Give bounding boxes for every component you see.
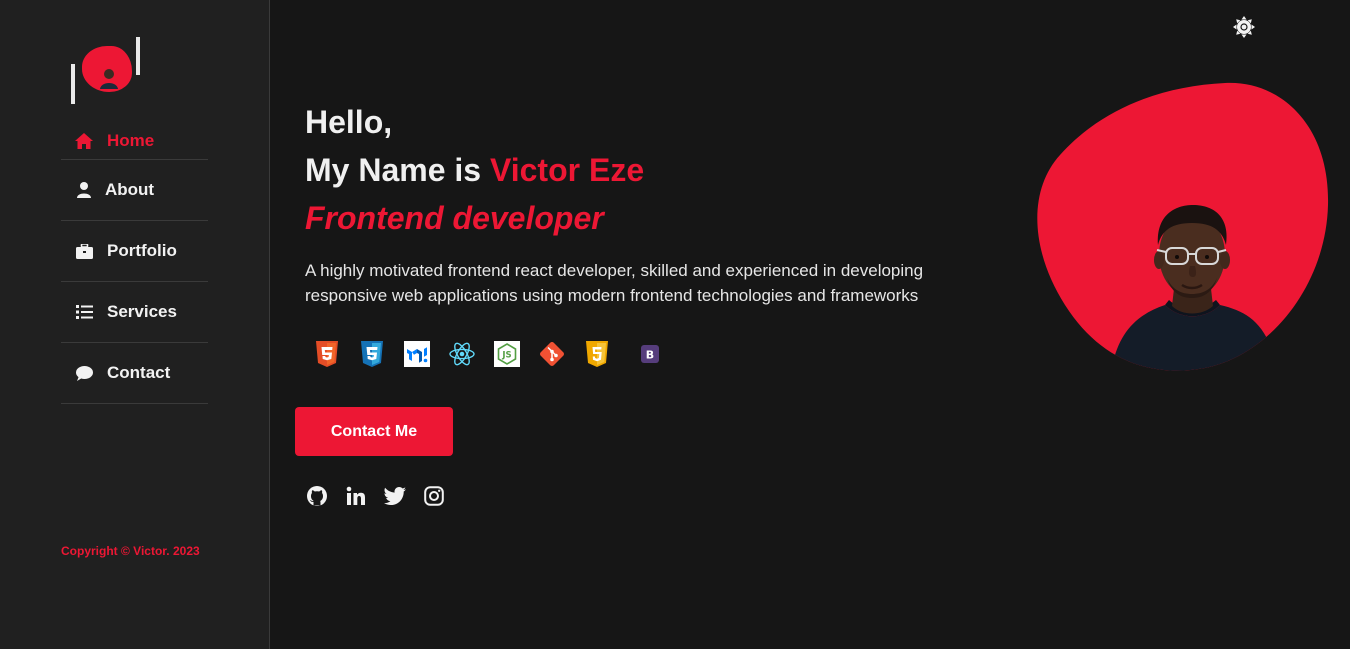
github-icon[interactable] <box>305 484 329 508</box>
profile-photo <box>1037 82 1329 371</box>
sidebar-item-portfolio[interactable]: Portfolio <box>61 221 208 282</box>
sidebar: Home About Portfolio Services Contact Co… <box>0 0 270 649</box>
linkedin-icon[interactable] <box>344 484 368 508</box>
logo-bar-right <box>136 37 140 75</box>
portfolio-page: Home About Portfolio Services Contact Co… <box>0 0 1350 649</box>
sidebar-item-home[interactable]: Home <box>61 122 208 160</box>
sidebar-item-label: Home <box>107 130 155 150</box>
user-icon <box>75 181 93 199</box>
html5-icon <box>313 340 341 368</box>
instagram-icon[interactable] <box>422 484 446 508</box>
twitter-icon[interactable] <box>383 484 407 508</box>
sidebar-item-services[interactable]: Services <box>61 282 208 343</box>
sidebar-item-label: Portfolio <box>107 241 177 260</box>
sidebar-item-label: Services <box>107 302 177 321</box>
greeting: Hello, <box>305 104 393 140</box>
role-title: Frontend developer <box>305 200 604 236</box>
name-prefix: My Name is <box>305 152 482 188</box>
social-links <box>305 484 461 508</box>
css3-icon <box>358 340 386 368</box>
svg-text:JS: JS <box>501 351 511 361</box>
react-icon <box>448 340 476 368</box>
home-icon <box>75 132 93 150</box>
logo-avatar <box>82 46 132 92</box>
sidebar-item-contact[interactable]: Contact <box>61 343 208 404</box>
sun-icon <box>1233 16 1255 38</box>
chat-icon <box>75 364 93 382</box>
sidebar-item-label: About <box>105 180 155 199</box>
sidebar-nav: Home About Portfolio Services Contact <box>61 122 208 404</box>
svg-text:B: B <box>646 349 654 362</box>
logo[interactable] <box>70 36 145 106</box>
git-icon <box>538 340 566 368</box>
mui-icon <box>403 340 431 368</box>
hero-description: A highly motivated frontend react develo… <box>305 261 924 305</box>
name-highlight: Victor Eze <box>489 152 645 188</box>
briefcase-icon <box>75 242 93 260</box>
contact-me-button[interactable]: Contact Me <box>295 407 453 456</box>
sidebar-item-about[interactable]: About <box>61 160 208 221</box>
copyright-text: Copyright © Victor. 2023 <box>61 544 200 558</box>
logo-bar-left <box>71 64 75 104</box>
sass-icon <box>583 340 611 368</box>
tech-stack: JS B <box>313 340 681 368</box>
name-heading: My Name is Victor Eze <box>305 148 644 192</box>
sidebar-item-label: Contact <box>107 363 171 382</box>
avatar-icon <box>100 69 118 89</box>
list-icon <box>75 303 93 321</box>
theme-toggle[interactable] <box>1232 15 1256 39</box>
bootstrap-icon: B <box>636 340 664 368</box>
nodejs-icon: JS <box>493 340 521 368</box>
